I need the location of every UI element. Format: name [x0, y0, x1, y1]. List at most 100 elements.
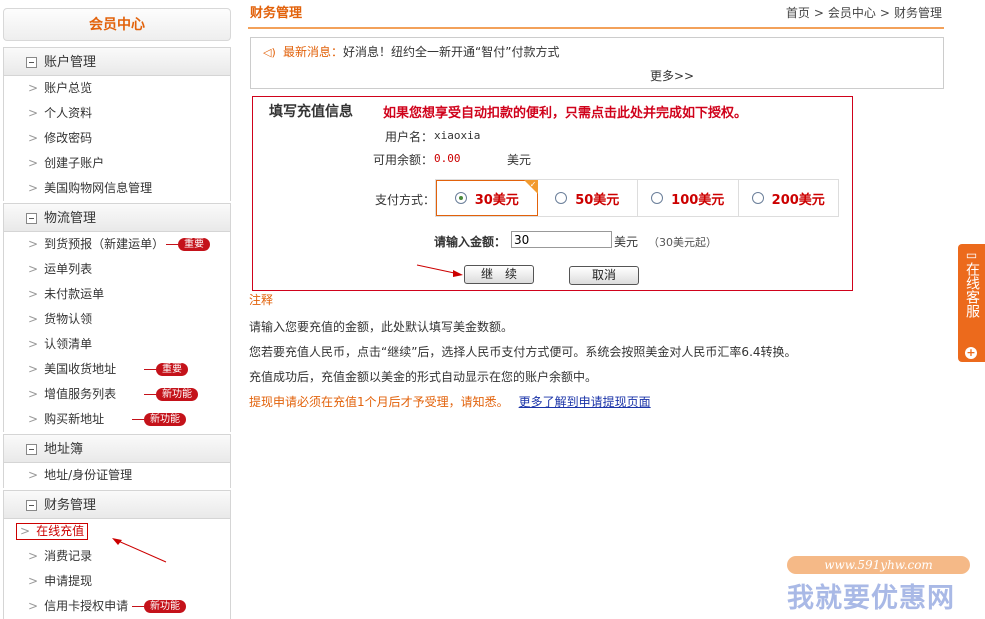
payment-option-200[interactable]: 200美元	[739, 180, 839, 216]
sidebar-list: > 到货预报（新建运单） 重要 > 运单列表 > 未付款运单 > 货物认领 > 认领清单 >…	[3, 232, 231, 432]
sidebar-header-label: 财务管理	[44, 498, 97, 513]
sidebar-item-label: 创建子账户	[44, 156, 105, 170]
sidebar-header-logistics[interactable]: 物流管理	[3, 203, 231, 232]
expand-icon[interactable]: +	[965, 347, 977, 359]
note-warning-row: 提现申请必须在充值1个月后才予受理，请知悉。 更多了解到申请提现页面	[249, 395, 797, 420]
sidebar-item-shopping-info[interactable]: > 美国购物网信息管理	[4, 176, 230, 201]
radio-icon[interactable]	[555, 192, 568, 204]
sidebar-item-label: 增值服务列表	[44, 387, 117, 401]
selected-check-icon: ✓	[523, 180, 538, 194]
annotation-arrow	[416, 264, 463, 277]
payment-option-label: 30美元	[474, 192, 519, 208]
online-service-tab[interactable]: ▭ 在线客服 +	[958, 244, 985, 362]
sidebar-item-label: 账户总览	[44, 81, 93, 95]
sidebar-item-password[interactable]: > 修改密码	[4, 126, 230, 151]
watermark-logo: 我就要优惠网	[787, 583, 955, 614]
chevron-right-icon: >	[28, 337, 39, 351]
cancel-button[interactable]: 取消	[569, 266, 639, 285]
news-content[interactable]: 好消息！纽约全一新开通“智付”付款方式	[343, 45, 559, 59]
sidebar-item-label: 美国购物网信息管理	[44, 181, 153, 195]
notes: 注释 请输入您要充值的金额，此处默认填写美金数额。 您若要充值人民币，点击“继续…	[249, 291, 797, 420]
sidebar-item-claim[interactable]: > 货物认领	[4, 307, 230, 332]
sidebar-item-label: 在线充值	[36, 524, 85, 538]
form-title: 填写充值信息	[269, 104, 353, 120]
chevron-right-icon: >	[28, 106, 39, 120]
sidebar-item-us-address[interactable]: > 美国收货地址 重要	[4, 357, 230, 382]
auto-debit-notice[interactable]: 如果您想享受自动扣款的便利，只需点击此处并完成如下授权。	[383, 102, 747, 121]
sidebar-item-label: 消费记录	[44, 549, 93, 563]
collapse-icon[interactable]	[26, 444, 37, 455]
sidebar-item-label: 运单列表	[44, 262, 93, 276]
sidebar-header-account[interactable]: 账户管理	[3, 47, 231, 76]
chevron-right-icon: >	[28, 181, 39, 195]
sidebar-header-finance[interactable]: 财务管理	[3, 490, 231, 519]
amount-input[interactable]	[511, 231, 612, 248]
note-line: 充值成功后，充值金额以美金的形式自动显示在您的账户余额中。	[249, 370, 598, 384]
title-divider	[248, 27, 944, 29]
recharge-form: 填写充值信息 如果您想享受自动扣款的便利，只需点击此处并完成如下授权。 用户名：…	[252, 96, 853, 291]
chevron-right-icon: >	[28, 312, 39, 326]
sidebar-item-services[interactable]: > 增值服务列表 新功能	[4, 382, 230, 407]
breadcrumb-separator: >	[879, 6, 890, 20]
balance-unit: 美元	[507, 153, 532, 167]
collapse-icon[interactable]	[26, 500, 37, 511]
payment-option-100[interactable]: 100美元	[638, 180, 739, 216]
sidebar-title: 会员中心	[3, 8, 231, 41]
radio-selected-icon[interactable]	[454, 192, 467, 204]
breadcrumb-separator: >	[813, 6, 824, 20]
chat-icon: ▭	[965, 248, 978, 262]
notes-title: 注释	[249, 293, 274, 307]
sidebar-item-label: 信用卡授权申请	[44, 599, 129, 613]
watermark-url: www.591yhw.com	[787, 556, 970, 574]
chevron-right-icon: >	[28, 549, 39, 563]
sidebar-item-unpaid[interactable]: > 未付款运单	[4, 282, 230, 307]
sidebar-item-buy-address[interactable]: > 购买新地址 新功能	[4, 407, 230, 432]
sidebar-list: > 地址/身份证管理	[3, 463, 231, 488]
sidebar-item-address-id[interactable]: > 地址/身份证管理	[4, 463, 230, 488]
sidebar-list: > 在线充值 > 消费记录 > 申请提现 > 信用卡授权申请 新功能	[3, 519, 231, 619]
sidebar-section-logistics: 物流管理 > 到货预报（新建运单） 重要 > 运单列表 > 未付款运单 > 货物认领 > 认…	[3, 203, 231, 432]
radio-icon[interactable]	[751, 192, 764, 204]
sidebar-item-label: 认领清单	[44, 337, 93, 351]
payment-label: 支付方式：	[375, 193, 436, 207]
payment-options: 30美元 ✓ 50美元 100美元 200美元	[435, 179, 839, 217]
chevron-right-icon: >	[28, 81, 39, 95]
breadcrumb-home[interactable]: 首页	[786, 6, 810, 20]
annotation-arrow	[112, 538, 167, 563]
radio-icon[interactable]	[651, 192, 664, 204]
amount-hint: （30美元起）	[648, 236, 717, 249]
continue-button[interactable]: 继 续	[464, 265, 534, 284]
new-badge: 新功能	[144, 388, 198, 401]
sidebar-item-credit-card[interactable]: > 信用卡授权申请 新功能	[4, 594, 230, 619]
sidebar-header-address[interactable]: 地址簿	[3, 434, 231, 463]
sidebar-item-profile[interactable]: > 个人资料	[4, 101, 230, 126]
payment-option-30[interactable]: 30美元 ✓	[436, 180, 538, 216]
sidebar-item-withdraw[interactable]: > 申请提现	[4, 569, 230, 594]
new-badge: 新功能	[132, 413, 186, 426]
page-title: 财务管理	[250, 6, 303, 21]
speaker-icon: ◁)	[263, 46, 276, 59]
payment-option-label: 100美元	[671, 192, 725, 208]
note-line: 请输入您要充值的金额，此处默认填写美金数额。	[249, 320, 514, 334]
sidebar-item-label: 地址/身份证管理	[44, 468, 133, 482]
sidebar-item-forecast[interactable]: > 到货预报（新建运单） 重要	[4, 232, 230, 257]
sidebar-header-label: 账户管理	[44, 55, 97, 70]
sidebar-item-waybills[interactable]: > 运单列表	[4, 257, 230, 282]
withdraw-page-link[interactable]: 更多了解到申请提现页面	[519, 395, 651, 409]
sidebar-item-label: 未付款运单	[44, 287, 105, 301]
sidebar-section-account: 账户管理 > 账户总览 > 个人资料 > 修改密码 > 创建子账户 > 美国购物网信息管理	[3, 47, 231, 201]
payment-option-50[interactable]: 50美元	[538, 180, 638, 216]
sidebar-item-claim-list[interactable]: > 认领清单	[4, 332, 230, 357]
collapse-icon[interactable]	[26, 57, 37, 68]
sidebar-item-label: 购买新地址	[44, 412, 105, 426]
news-box: ◁) 最新消息：好消息！纽约全一新开通“智付”付款方式 更多>>	[250, 37, 944, 89]
breadcrumb-member[interactable]: 会员中心	[828, 6, 876, 20]
username-value: xiaoxia	[434, 129, 481, 142]
collapse-icon[interactable]	[26, 213, 37, 224]
payment-option-label: 50美元	[575, 192, 620, 208]
sidebar-item-overview[interactable]: > 账户总览	[4, 76, 230, 101]
news-more-link[interactable]: 更多>>	[650, 67, 694, 84]
amount-label: 请输入金额：	[434, 235, 507, 249]
sidebar-item-subaccount[interactable]: > 创建子账户	[4, 151, 230, 176]
news-label: 最新消息：	[283, 45, 344, 59]
